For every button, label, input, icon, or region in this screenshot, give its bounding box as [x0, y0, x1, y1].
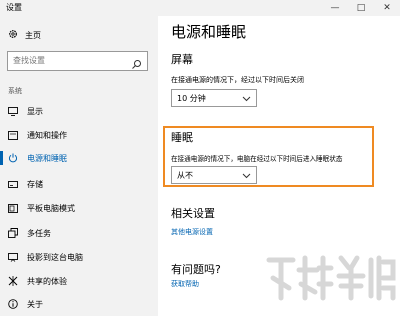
power-icon — [8, 153, 18, 163]
minimize-icon: — — [330, 3, 340, 13]
sidebar-item-label: 关于 — [27, 299, 43, 309]
sleep-timeout-dropdown[interactable]: 从不 — [171, 166, 257, 184]
screen-timeout-dropdown[interactable]: 10 分钟 — [171, 89, 257, 107]
sidebar-item-label: 投影到这台电脑 — [27, 252, 83, 262]
search-box[interactable] — [7, 51, 148, 71]
sidebar-item-label: 存储 — [27, 179, 43, 189]
sleep-description: 在接通电源的情况下，电脑在经过以下时间后进入睡眠状态 — [171, 155, 343, 163]
page-title: 电源和睡眠 — [171, 23, 247, 41]
sidebar-item-tablet-mode[interactable]: 平板电脑模式 — [0, 197, 158, 219]
sidebar-item-multitasking[interactable]: 多任务 — [0, 222, 158, 244]
sidebar-section-label: 系统 — [8, 87, 22, 95]
display-icon — [8, 106, 18, 116]
sidebar-item-shared-experiences[interactable]: 共享的体验 — [0, 270, 158, 292]
sidebar-item-label: 多任务 — [27, 228, 51, 238]
watermark-logo — [265, 248, 397, 308]
sidebar: 主页 系统 显示 通知和操作 电源和睡眠 存储 平板电脑 — [0, 16, 158, 316]
get-help-link[interactable]: 获取帮助 — [171, 279, 199, 289]
chevron-down-icon — [242, 94, 251, 105]
window-title: 设置 — [6, 3, 22, 12]
search-icon[interactable] — [131, 55, 142, 74]
sleep-heading: 睡眠 — [171, 131, 193, 144]
gear-icon — [8, 29, 18, 41]
home-label: 主页 — [25, 30, 41, 40]
sidebar-item-power-sleep[interactable]: 电源和睡眠 — [0, 147, 158, 169]
tablet-icon — [8, 203, 18, 213]
sidebar-item-notifications[interactable]: 通知和操作 — [0, 124, 158, 146]
multitask-icon — [8, 228, 18, 238]
project-icon — [8, 252, 18, 262]
maximize-icon: □ — [356, 3, 366, 13]
sidebar-item-label: 显示 — [27, 106, 43, 116]
search-input[interactable] — [13, 56, 128, 65]
related-settings-heading: 相关设置 — [171, 207, 215, 220]
sidebar-item-projecting[interactable]: 投影到这台电脑 — [0, 246, 158, 268]
chevron-down-icon — [242, 171, 251, 182]
dropdown-value: 从不 — [177, 170, 193, 180]
sidebar-item-label: 电源和睡眠 — [27, 153, 67, 163]
maximize-button[interactable]: □ — [348, 0, 374, 16]
sidebar-home[interactable]: 主页 — [8, 29, 41, 41]
screen-heading: 屏幕 — [171, 53, 193, 66]
close-button[interactable]: ✕ — [374, 0, 400, 16]
screen-description: 在接通电源的情况下，经过以下时间后关闭 — [171, 76, 304, 84]
notification-icon — [8, 130, 18, 140]
dropdown-value: 10 分钟 — [177, 93, 206, 103]
shared-icon — [8, 276, 18, 286]
additional-power-settings-link[interactable]: 其他电源设置 — [171, 227, 213, 237]
title-bar: 设置 — □ ✕ — [0, 0, 400, 16]
info-icon — [8, 299, 18, 309]
sidebar-item-storage[interactable]: 存储 — [0, 173, 158, 195]
storage-icon — [8, 180, 18, 188]
sidebar-item-label: 平板电脑模式 — [27, 203, 75, 213]
sidebar-item-label: 共享的体验 — [27, 276, 67, 286]
close-icon: ✕ — [383, 3, 391, 13]
sidebar-item-about[interactable]: 关于 — [0, 293, 158, 315]
sidebar-item-label: 通知和操作 — [27, 130, 67, 140]
help-heading: 有问题吗? — [171, 263, 221, 276]
minimize-button[interactable]: — — [322, 0, 348, 16]
sidebar-item-display[interactable]: 显示 — [0, 100, 158, 122]
